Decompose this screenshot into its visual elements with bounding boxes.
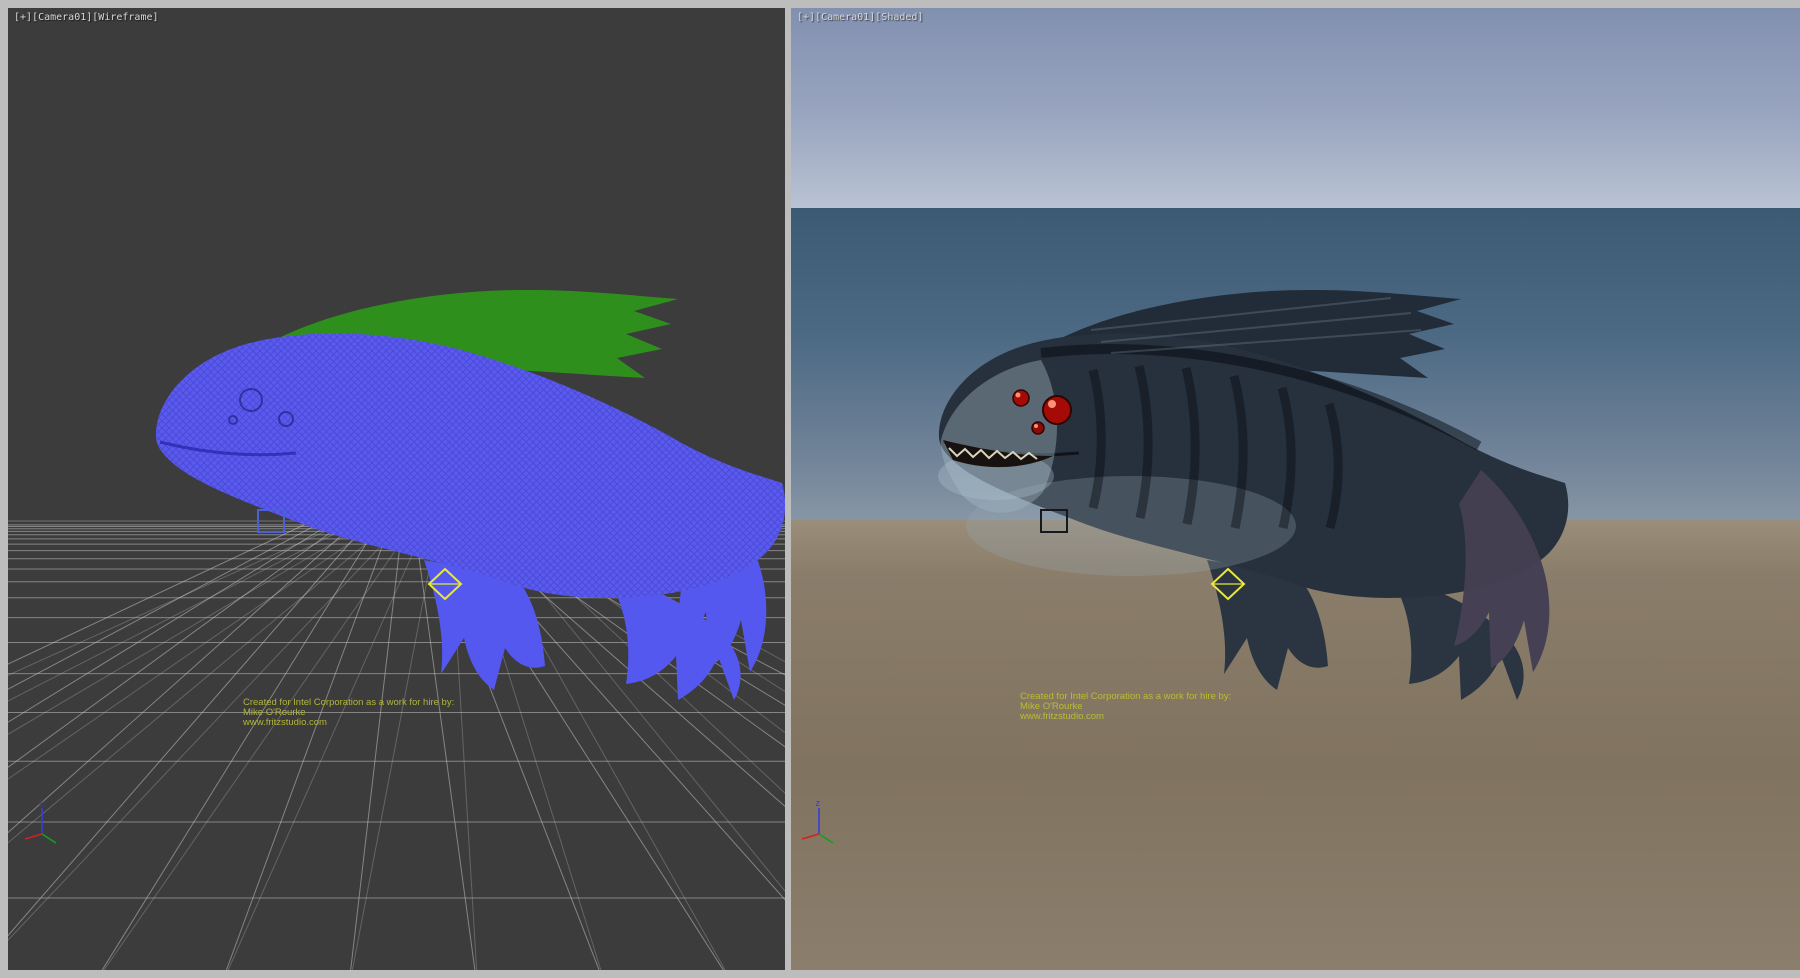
viewport-menu-pov[interactable]: [Camera01] (815, 12, 875, 23)
watermark-text: Created for Intel Corporation as a work … (1020, 692, 1231, 722)
world-axis-tripod: z (20, 796, 66, 853)
x-axis-line (802, 834, 819, 839)
viewport-label-shaded: [+][Camera01][Shaded] (797, 12, 923, 23)
watermark-text: Created for Intel Corporation as a work … (243, 698, 454, 728)
fish-model-shaded[interactable] (791, 8, 1571, 970)
watermark-line3: www.fritzstudio.com (243, 718, 454, 728)
viewport-menu-general[interactable]: [+] (797, 12, 815, 23)
viewport-menu-pov[interactable]: [Camera01] (32, 12, 92, 23)
fish-wire-texture (156, 333, 785, 598)
viewport-label-wireframe: [+][Camera01][Wireframe] (14, 12, 159, 23)
world-axis-tripod: z (797, 796, 843, 853)
axis-tripod-icon: z (797, 796, 843, 848)
viewport-shaded[interactable]: Created for Intel Corporation as a work … (791, 8, 1800, 970)
fish-model-wireframe[interactable] (8, 8, 785, 970)
viewport-menu-shading[interactable]: [Shaded] (875, 12, 923, 23)
z-axis-label: z (38, 799, 43, 809)
viewport-frame: Created for Intel Corporation as a work … (0, 0, 1800, 978)
x-axis-line (25, 834, 42, 839)
y-axis-line (42, 834, 56, 843)
axis-tripod-icon: z (20, 796, 66, 848)
viewport-wireframe[interactable]: Created for Intel Corporation as a work … (8, 8, 785, 970)
watermark-line3: www.fritzstudio.com (1020, 712, 1231, 722)
y-axis-line (819, 834, 833, 843)
viewport-menu-shading[interactable]: [Wireframe] (92, 12, 158, 23)
viewport-menu-general[interactable]: [+] (14, 12, 32, 23)
z-axis-label: z (815, 799, 820, 809)
